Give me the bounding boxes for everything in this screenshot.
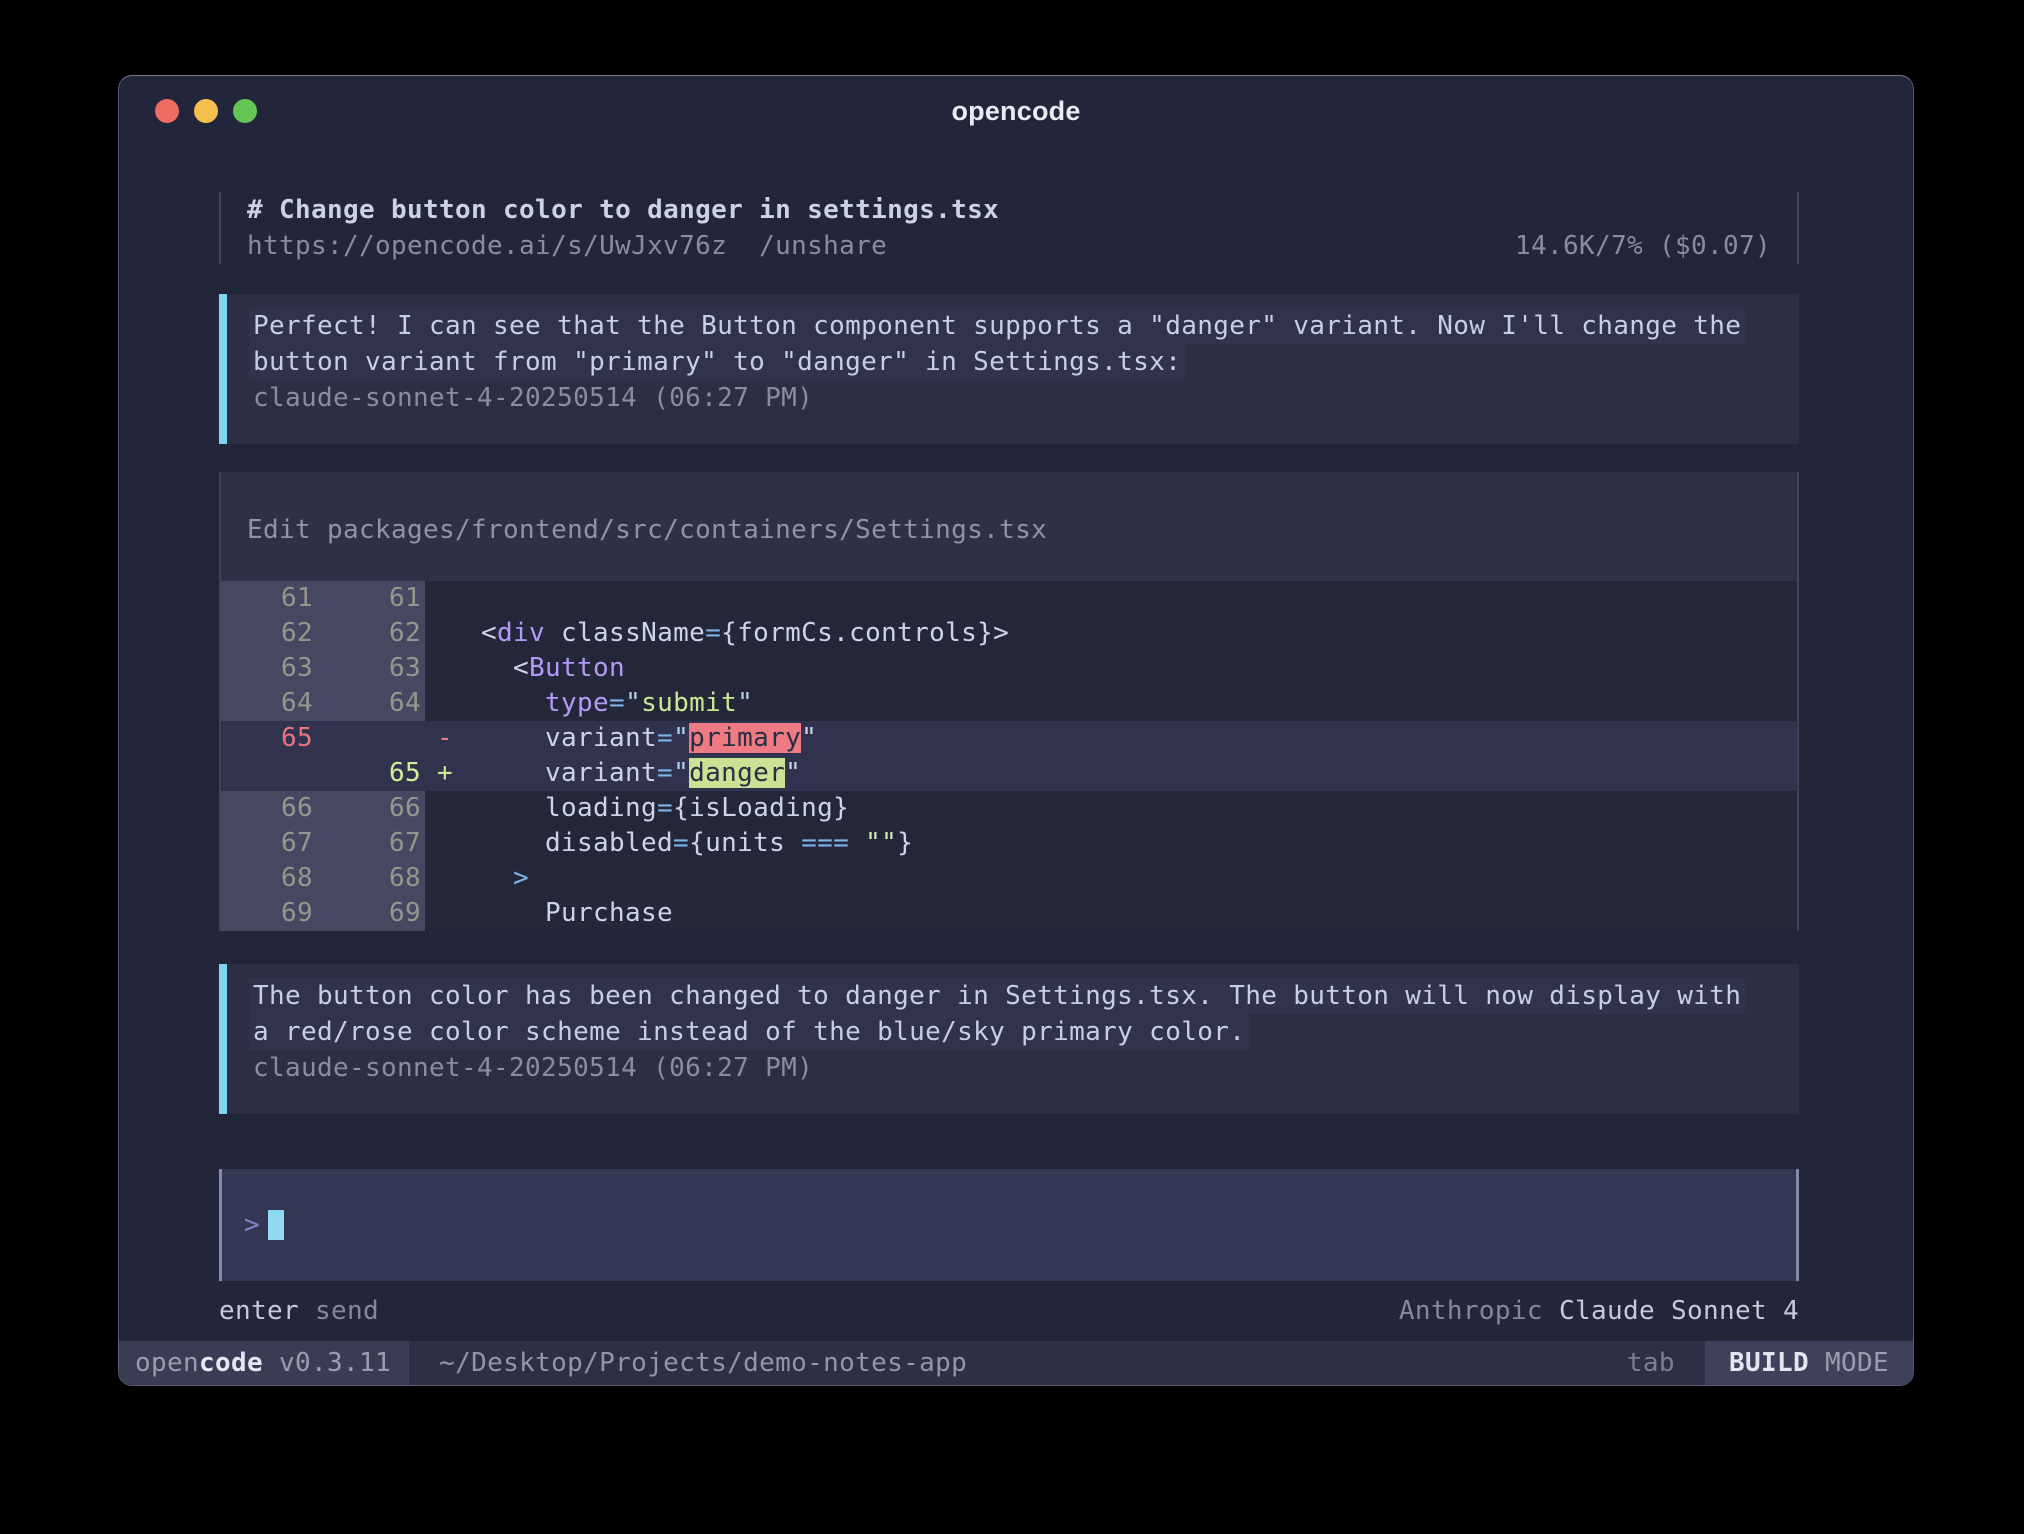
desktop-background: opencode # Change button color to danger… (0, 0, 2024, 1534)
code-line: variant="primary" (465, 721, 1797, 756)
old-line-number: 66 (221, 791, 313, 826)
diff-table: 61616262 <div className={formCs.controls… (221, 581, 1797, 931)
new-line-number (313, 721, 425, 756)
unshare-command[interactable]: /unshare (759, 228, 887, 264)
old-line-number: 67 (221, 826, 313, 861)
new-line-number: 66 (313, 791, 425, 826)
model-timestamp: claude-sonnet-4-20250514 (06:27 PM) (253, 380, 1773, 416)
old-line-number: 68 (221, 861, 313, 896)
diff-sign: - (425, 721, 465, 756)
new-line-number: 63 (313, 651, 425, 686)
code-line: <div className={formCs.controls}> (465, 616, 1797, 651)
diff-row-context: 6161 (221, 581, 1797, 616)
opencode-window: opencode # Change button color to danger… (118, 75, 1914, 1386)
code-line: Purchase (465, 896, 1797, 931)
message-line: button variant from "primary" to "danger… (249, 344, 1185, 380)
diff-row-context: 6262 <div className={formCs.controls}> (221, 616, 1797, 651)
window-controls (155, 76, 257, 146)
window-title: opencode (951, 96, 1080, 127)
zoom-window-button[interactable] (233, 99, 257, 123)
diff-sign (425, 896, 465, 931)
new-line-number: 64 (313, 686, 425, 721)
diff-row-context: 6767 disabled={units === ""} (221, 826, 1797, 861)
text-cursor (268, 1210, 284, 1240)
message-line: The button color has been changed to dan… (249, 978, 1745, 1014)
new-line-number: 62 (313, 616, 425, 651)
provider-name: Anthropic (1399, 1296, 1543, 1326)
session-title: # Change button color to danger in setti… (247, 192, 1771, 228)
diff-row-added: 65+ variant="danger" (221, 756, 1797, 791)
diff-row-context: 6363 <Button (221, 651, 1797, 686)
old-line-number (221, 756, 313, 791)
diff-sign (425, 686, 465, 721)
new-line-number: 67 (313, 826, 425, 861)
old-line-number: 64 (221, 686, 313, 721)
code-line (465, 581, 1797, 616)
window-titlebar: opencode (119, 76, 1913, 146)
code-line: variant="danger" (465, 756, 1797, 791)
code-line: type="submit" (465, 686, 1797, 721)
context-usage-stats: 14.6K/7% ($0.07) (1515, 228, 1771, 264)
diff-row-context: 6464 type="submit" (221, 686, 1797, 721)
assistant-message-text: The button color has been changed to dan… (253, 978, 1773, 1050)
code-line: loading={isLoading} (465, 791, 1797, 826)
mode-indicator: BUILD MODE (1705, 1341, 1913, 1385)
diff-row-context: 6666 loading={isLoading} (221, 791, 1797, 826)
assistant-message: Perfect! I can see that the Button compo… (219, 294, 1799, 444)
keybind-hints: enter send Anthropic Claude Sonnet 4 (219, 1293, 1799, 1329)
enter-key-hint: enter (219, 1296, 299, 1326)
diff-sign (425, 616, 465, 651)
diff-row-context: 6868 > (221, 861, 1797, 896)
diff-sign (425, 581, 465, 616)
edit-tool-card: Edit packages/frontend/src/containers/Se… (219, 472, 1799, 931)
model-name: Claude Sonnet 4 (1559, 1296, 1799, 1326)
old-line-number: 62 (221, 616, 313, 651)
prompt-input[interactable]: > (219, 1169, 1799, 1281)
code-line: > (465, 861, 1797, 896)
session-header: # Change button color to danger in setti… (219, 192, 1799, 264)
message-line: Perfect! I can see that the Button compo… (249, 308, 1745, 344)
new-line-number: 69 (313, 896, 425, 931)
close-window-button[interactable] (155, 99, 179, 123)
diff-sign: + (425, 756, 465, 791)
old-line-number: 63 (221, 651, 313, 686)
code-line: disabled={units === ""} (465, 826, 1797, 861)
new-line-number: 65 (313, 756, 425, 791)
new-line-number: 68 (313, 861, 425, 896)
old-line-number: 61 (221, 581, 313, 616)
assistant-message-text: Perfect! I can see that the Button compo… (253, 308, 1773, 380)
message-line: a red/rose color scheme instead of the b… (249, 1014, 1249, 1050)
diff-row-deleted: 65 - variant="primary" (221, 721, 1797, 756)
code-line: <Button (465, 651, 1797, 686)
old-line-number: 65 (221, 721, 313, 756)
diff-row-context: 6969 Purchase (221, 896, 1797, 931)
diff-sign (425, 826, 465, 861)
tab-key-hint[interactable]: tab (1627, 1341, 1675, 1385)
session-subheader: https://opencode.ai/s/UwJxv76z /unshare … (247, 228, 1771, 264)
edit-file-path: Edit packages/frontend/src/containers/Se… (221, 472, 1797, 548)
assistant-message: The button color has been changed to dan… (219, 964, 1799, 1114)
new-line-number: 61 (313, 581, 425, 616)
diff-sign (425, 791, 465, 826)
enter-action-hint: send (315, 1296, 379, 1326)
diff-sign (425, 651, 465, 686)
session-content: # Change button color to danger in setti… (119, 192, 1913, 1329)
working-directory: ~/Desktop/Projects/demo-notes-app (439, 1341, 1627, 1385)
status-bar: opencode v0.3.11 ~/Desktop/Projects/demo… (119, 1341, 1913, 1385)
app-version-segment: opencode v0.3.11 (119, 1341, 409, 1385)
share-url-link[interactable]: https://opencode.ai/s/UwJxv76z (247, 228, 727, 264)
old-line-number: 69 (221, 896, 313, 931)
model-timestamp: claude-sonnet-4-20250514 (06:27 PM) (253, 1050, 1773, 1086)
minimize-window-button[interactable] (194, 99, 218, 123)
diff-sign (425, 861, 465, 896)
prompt-chevron-icon: > (244, 1210, 260, 1240)
